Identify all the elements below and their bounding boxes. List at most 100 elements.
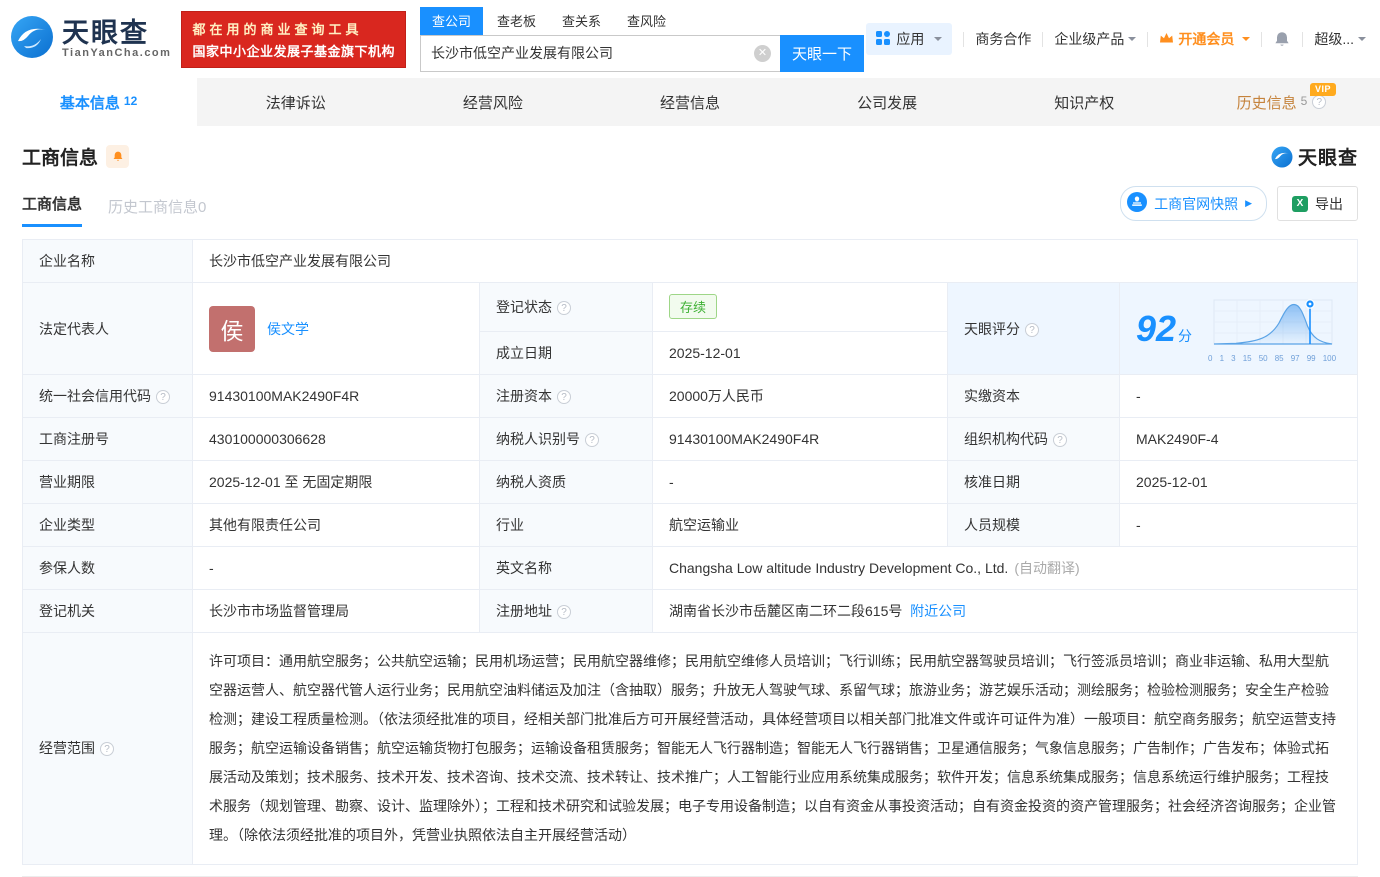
- field-label-credit-code: 统一社会信用代码?: [22, 374, 193, 418]
- help-icon[interactable]: ?: [557, 605, 571, 619]
- subtab-business-info[interactable]: 工商信息: [22, 193, 83, 227]
- tab-intellectual-property[interactable]: 知识产权: [986, 78, 1183, 126]
- apps-menu-button[interactable]: 应用: [866, 23, 953, 55]
- help-icon[interactable]: ?: [557, 300, 571, 315]
- subtab-history-business-info[interactable]: 历史工商信息0: [108, 196, 206, 227]
- field-label-tyc-score: 天眼评分?: [947, 282, 1120, 375]
- field-value-english-name: Changsha Low altitude Industry Developme…: [652, 546, 1358, 590]
- promo-banner: 都在用的商业查询工具 国家中小企业发展子基金旗下机构: [181, 10, 406, 68]
- field-value-business-scope: 许可项目：通用航空服务；公共航空运输；民用机场运营；民用航空器维修；民用航空维修…: [192, 632, 1358, 865]
- help-icon[interactable]: ?: [156, 390, 170, 404]
- field-value-tyc-score: 92 分 0 1 3 15 50 85 97 99 100: [1119, 282, 1358, 375]
- search-input[interactable]: [419, 34, 780, 72]
- nav-enterprise-products[interactable]: 企业级产品: [1054, 29, 1137, 49]
- field-value-reg-address: 湖南省长沙市岳麓区南二环二段615号 附近公司: [652, 589, 1358, 633]
- legal-rep-name-link[interactable]: 侯文学: [267, 319, 309, 339]
- table-row: 法定代表人 侯 侯文学 登记状态? 存续 天眼评分? 92 分 0 1 3 15…: [22, 282, 1358, 375]
- field-label-reg-status: 登记状态?: [479, 282, 653, 332]
- field-value-paid-capital: -: [1119, 374, 1358, 418]
- chevron-down-icon: [1128, 37, 1137, 45]
- search-submit-button[interactable]: 天眼一下: [779, 34, 864, 72]
- field-value-reg-status: 存续: [652, 282, 948, 332]
- field-label-insured-count: 参保人数: [22, 546, 193, 590]
- field-value-business-term: 2025-12-01 至 无固定期限: [192, 460, 480, 504]
- nearby-companies-link[interactable]: 附近公司: [910, 603, 966, 619]
- table-row: 经营范围? 许可项目：通用航空服务；公共航空运输；民用机场运营；民用航空器维修；…: [22, 632, 1358, 865]
- field-value-staff-size: -: [1119, 503, 1358, 547]
- help-icon[interactable]: ?: [1053, 433, 1067, 447]
- nav-divider: [963, 31, 965, 47]
- field-label-company-type: 企业类型: [22, 503, 193, 547]
- field-value-company-type: 其他有限责任公司: [192, 503, 480, 547]
- search-tab-relation[interactable]: 查关系: [550, 7, 613, 35]
- clear-search-icon[interactable]: ✕: [753, 44, 771, 62]
- field-label-business-term: 营业期限: [22, 460, 193, 504]
- auto-translate-note: (自动翻译): [1014, 560, 1080, 576]
- field-value-approval-date: 2025-12-01: [1119, 460, 1358, 504]
- official-snapshot-button[interactable]: 工商官网快照 ▶: [1120, 186, 1267, 221]
- tab-basic-info[interactable]: 基本信息 12: [0, 78, 198, 126]
- nav-business-cooperation[interactable]: 商务合作: [975, 29, 1031, 49]
- tab-company-development[interactable]: 公司发展: [789, 78, 986, 126]
- promo-line2: 国家中小企业发展子基金旗下机构: [192, 43, 395, 59]
- arrow-right-icon: ▶: [1245, 198, 1252, 208]
- notifications-bell-icon[interactable]: [1273, 30, 1291, 49]
- logo-brand-text: 天眼查: [62, 17, 149, 48]
- apps-grid-icon: [876, 30, 891, 48]
- account-menu[interactable]: 超级...: [1314, 29, 1366, 49]
- field-label-business-scope: 经营范围?: [22, 632, 193, 865]
- search-area: 查公司 查老板 查关系 查风险 ✕ 天眼一下: [419, 6, 864, 72]
- tab-operating-risk[interactable]: 经营风险: [394, 78, 591, 126]
- score-distribution-chart: 0 1 3 15 50 85 97 99 100: [1206, 294, 1338, 363]
- tianyancha-logo[interactable]: 天眼查 TianYanCha.com: [10, 15, 171, 64]
- section-title: 工商信息: [22, 148, 99, 169]
- export-button[interactable]: X 导出: [1277, 186, 1358, 221]
- tianyancha-company-page: 天眼查 TianYanCha.com 都在用的商业查询工具 国家中小企业发展子基…: [0, 0, 1380, 877]
- nav-divider: [1302, 31, 1304, 47]
- tab-operating-info[interactable]: 经营信息: [591, 78, 788, 126]
- search-tabs: 查公司 查老板 查关系 查风险: [419, 6, 864, 35]
- help-icon[interactable]: ?: [557, 390, 571, 404]
- open-membership-button[interactable]: 开通会员: [1159, 29, 1251, 49]
- field-label-industry: 行业: [479, 503, 653, 547]
- help-icon[interactable]: ?: [100, 742, 114, 757]
- table-row: 登记机关 长沙市市场监督管理局 注册地址? 湖南省长沙市岳麓区南二环二段615号…: [22, 589, 1358, 633]
- table-row: 企业类型 其他有限责任公司 行业 航空运输业 人员规模 -: [22, 503, 1358, 547]
- chevron-down-icon: [934, 37, 943, 45]
- promo-line1: 都在用的商业查询工具: [192, 21, 363, 37]
- help-icon[interactable]: ?: [585, 433, 599, 447]
- nav-divider: [1261, 31, 1263, 47]
- field-label-taxpayer-quality: 纳税人资质: [479, 460, 653, 504]
- field-label-staff-size: 人员规模: [947, 503, 1120, 547]
- nav-divider: [1042, 31, 1044, 47]
- search-tab-boss[interactable]: 查老板: [485, 7, 548, 35]
- field-value-establish-date: 2025-12-01: [652, 330, 948, 376]
- table-row: 统一社会信用代码? 91430100MAK2490F4R 注册资本? 20000…: [22, 374, 1358, 418]
- subscribe-bell-icon[interactable]: [106, 145, 130, 168]
- legal-rep-avatar[interactable]: 侯: [209, 305, 255, 352]
- subtab-row: 工商信息 历史工商信息0 工商官网快照 ▶ X 导出: [22, 186, 1358, 227]
- field-label-reg-authority: 登记机关: [22, 589, 193, 633]
- field-label-reg-capital: 注册资本?: [479, 374, 653, 418]
- search-tab-company[interactable]: 查公司: [419, 6, 483, 35]
- business-info-section: 工商信息 天眼查 工商信息 历史工商信息0 工商官网快照 ▶ X 导出 企业名称…: [0, 143, 1380, 877]
- vip-badge: VIP: [1309, 83, 1336, 96]
- field-value-taxpayer-id: 91430100MAK2490F4R: [652, 417, 948, 461]
- help-icon[interactable]: ?: [1312, 95, 1327, 109]
- field-value-legal-rep: 侯 侯文学: [192, 282, 480, 375]
- table-row: 工商注册号 430100000306628 纳税人识别号? 91430100MA…: [22, 417, 1358, 461]
- field-label-approval-date: 核准日期: [947, 460, 1120, 504]
- logo-domain-text: TianYanCha.com: [62, 47, 172, 60]
- help-icon[interactable]: ?: [1025, 322, 1039, 337]
- search-tab-risk[interactable]: 查风险: [615, 7, 678, 35]
- site-header: 天眼查 TianYanCha.com 都在用的商业查询工具 国家中小企业发展子基…: [0, 0, 1380, 78]
- field-label-paid-capital: 实缴资本: [947, 374, 1120, 418]
- table-row: 营业期限 2025-12-01 至 无固定期限 纳税人资质 - 核准日期 202…: [22, 460, 1358, 504]
- field-label-english-name: 英文名称: [479, 546, 653, 590]
- tab-history-info[interactable]: VIP 历史信息 5 ?: [1183, 78, 1380, 126]
- field-value-reg-capital: 20000万人民币: [652, 374, 948, 418]
- stamp-icon: [1127, 192, 1148, 215]
- tab-legal-proceedings[interactable]: 法律诉讼: [197, 78, 394, 126]
- tianyancha-watermark: 天眼查: [1271, 143, 1358, 170]
- field-value-company-name: 长沙市低空产业发展有限公司: [192, 239, 1358, 283]
